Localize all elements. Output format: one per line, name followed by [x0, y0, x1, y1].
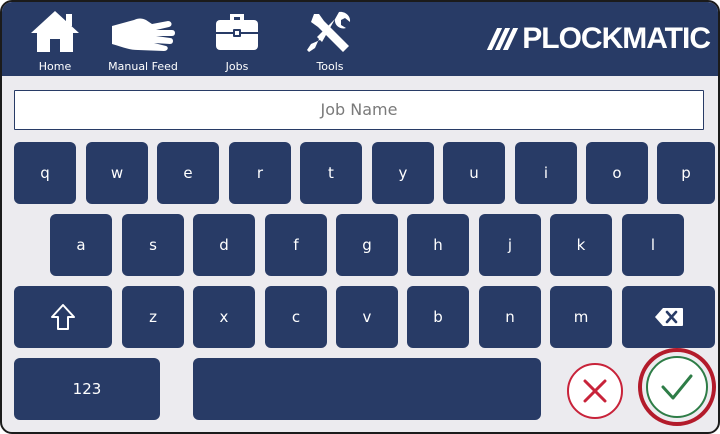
hand-icon [112, 18, 175, 51]
key-m[interactable]: m [550, 286, 612, 348]
key-label: h [433, 236, 443, 254]
job-name-input[interactable]: Job Name [14, 90, 704, 130]
key-label: o [612, 164, 622, 182]
briefcase-icon [216, 14, 258, 50]
checkmark-circle-icon [661, 374, 693, 400]
key-c[interactable]: c [265, 286, 327, 348]
key-label: q [40, 164, 50, 182]
home-icon [31, 11, 79, 52]
key-y[interactable]: y [372, 142, 434, 204]
tools-icon [307, 11, 351, 52]
key-label: d [219, 236, 229, 254]
key-z[interactable]: z [122, 286, 184, 348]
screen: Home Manual Feed Jobs Tools PLOCKMATIC J… [0, 0, 720, 434]
key-label: e [183, 164, 193, 182]
key-label: s [149, 236, 157, 254]
backspace-key[interactable] [622, 286, 715, 348]
key-g[interactable]: g [336, 214, 398, 276]
key-i[interactable]: i [515, 142, 577, 204]
key-e[interactable]: e [157, 142, 219, 204]
key-u[interactable]: u [443, 142, 505, 204]
space-key[interactable] [193, 358, 541, 420]
brand-logo: PLOCKMATIC [487, 22, 711, 56]
key-a[interactable]: a [50, 214, 112, 276]
key-label: g [362, 236, 372, 254]
key-label: l [650, 236, 656, 254]
key-t[interactable]: t [300, 142, 362, 204]
key-s[interactable]: s [122, 214, 184, 276]
key-label: c [291, 308, 301, 326]
key-p[interactable]: p [657, 142, 715, 204]
shift-key[interactable] [14, 286, 112, 348]
nav-jobs[interactable]: Jobs [205, 2, 269, 76]
key-r[interactable]: r [229, 142, 291, 204]
key-label: z [149, 308, 157, 326]
x-circle-icon [583, 379, 607, 403]
nav-tools[interactable]: Tools [298, 2, 362, 76]
key-label: f [293, 236, 299, 254]
key-label: r [256, 164, 264, 182]
key-j[interactable]: j [479, 214, 541, 276]
confirm-button-highlight[interactable] [638, 348, 716, 426]
key-k[interactable]: k [550, 214, 612, 276]
nav-manual-feed[interactable]: Manual Feed [98, 2, 188, 76]
nav-tools-label: Tools [316, 60, 344, 73]
key-h[interactable]: h [407, 214, 469, 276]
key-b[interactable]: b [407, 286, 469, 348]
key-label: i [543, 164, 549, 182]
key-v[interactable]: v [336, 286, 398, 348]
key-label: m [573, 308, 589, 326]
cancel-button[interactable] [567, 363, 623, 419]
top-navigation-bar: Home Manual Feed Jobs Tools PLOCKMATIC [2, 2, 718, 76]
nav-home[interactable]: Home [24, 2, 86, 76]
shift-arrow-up-icon [51, 304, 75, 330]
key-label: a [76, 236, 86, 254]
key-label: w [110, 164, 124, 182]
key-label: x [219, 308, 229, 326]
key-label: j [507, 236, 513, 254]
numbers-key[interactable]: 123 [14, 358, 160, 420]
brand-name: PLOCKMATIC [522, 22, 711, 55]
logo-slashes-icon [487, 28, 519, 50]
key-l[interactable]: l [622, 214, 684, 276]
key-o[interactable]: o [586, 142, 648, 204]
key-label: y [398, 164, 408, 182]
key-label: n [505, 308, 515, 326]
key-label: t [328, 164, 334, 182]
nav-home-label: Home [38, 60, 72, 73]
key-label: u [469, 164, 479, 182]
confirm-button[interactable] [646, 356, 708, 418]
key-label: k [576, 236, 586, 254]
backspace-x-icon [654, 308, 683, 326]
job-name-placeholder: Job Name [320, 100, 398, 119]
key-label: v [362, 308, 372, 326]
key-w[interactable]: w [86, 142, 148, 204]
key-f[interactable]: f [265, 214, 327, 276]
key-x[interactable]: x [193, 286, 255, 348]
key-d[interactable]: d [193, 214, 255, 276]
nav-jobs-label: Jobs [225, 60, 249, 73]
numbers-key-label: 123 [72, 380, 102, 398]
nav-manual-feed-label: Manual Feed [108, 60, 178, 73]
key-label: p [681, 164, 691, 182]
key-q[interactable]: q [14, 142, 76, 204]
key-label: b [433, 308, 443, 326]
key-n[interactable]: n [479, 286, 541, 348]
